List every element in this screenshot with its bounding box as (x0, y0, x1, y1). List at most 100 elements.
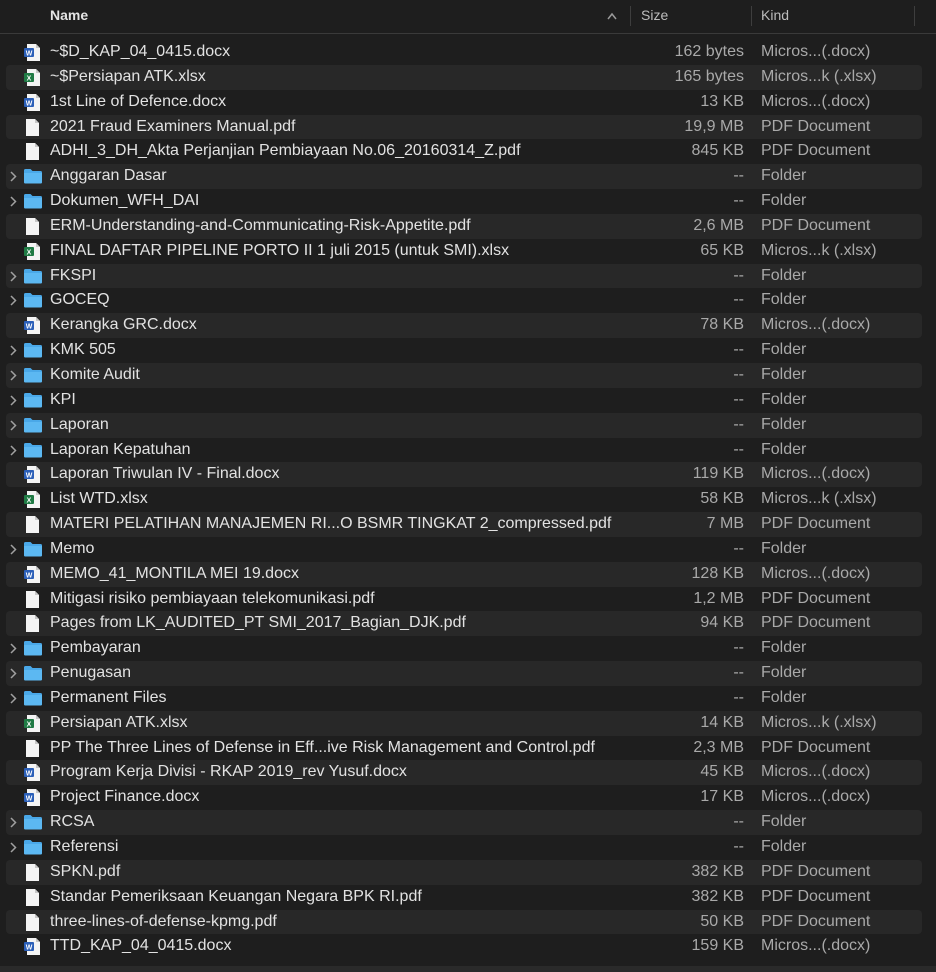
excel-document-icon: X (23, 239, 43, 264)
folder-row[interactable]: Laporan -- Folder (0, 412, 936, 438)
disclosure-chevron-right-icon[interactable] (8, 189, 20, 214)
column-divider[interactable] (630, 6, 631, 26)
file-kind: Micros...(.docx) (761, 92, 871, 110)
file-row[interactable]: X ~$Persiapan ATK.xlsx 165 bytes Micros...k… (0, 64, 936, 90)
file-kind: Micros...(.docx) (761, 763, 871, 781)
file-kind: Folder (761, 415, 807, 433)
word-document-icon: W (23, 562, 43, 587)
folder-row[interactable]: Memo -- Folder (0, 537, 936, 562)
folder-icon (23, 686, 43, 711)
folder-row[interactable]: Dokumen_WFH_DAI -- Folder (0, 189, 936, 214)
folder-row[interactable]: FKSPI -- Folder (0, 263, 936, 289)
file-row[interactable]: X Persiapan ATK.xlsx 14 KB Micros...k (.xls… (0, 710, 936, 736)
file-size: -- (733, 266, 744, 284)
excel-document-icon: X (23, 487, 43, 512)
file-name: TTD_KAP_04_0415.docx (50, 937, 232, 955)
file-name: ~$D_KAP_04_0415.docx (50, 43, 231, 60)
folder-row[interactable]: KMK 505 -- Folder (0, 338, 936, 363)
folder-row[interactable]: KPI -- Folder (0, 388, 936, 413)
sort-chevron-up-icon[interactable] (606, 0, 622, 33)
svg-text:W: W (26, 771, 33, 778)
file-size: -- (733, 639, 744, 657)
disclosure-chevron-right-icon[interactable] (8, 288, 20, 313)
file-row[interactable]: MATERI PELATIHAN MANAJEMEN RI...O BSMR T… (0, 512, 936, 537)
file-row[interactable]: three-lines-of-defense-kpmg.pdf 50 KB PDF … (0, 909, 936, 935)
disclosure-chevron-right-icon[interactable] (8, 835, 20, 860)
folder-icon (23, 189, 43, 214)
file-size: -- (733, 390, 744, 408)
file-name: Project Finance.docx (50, 788, 200, 806)
column-divider[interactable] (914, 6, 915, 26)
file-name: Program Kerja Divisi - RKAP 2019_rev Yus… (50, 763, 407, 781)
file-name: Standar Pemeriksaan Keuangan Negara BPK … (50, 887, 422, 905)
file-row[interactable]: W Project Finance.docx 17 KB Micros...(.doc… (0, 785, 936, 810)
column-header-kind[interactable]: Kind (761, 0, 789, 33)
svg-text:X: X (27, 721, 32, 728)
file-kind: Micros...(.docx) (761, 316, 871, 334)
file-row[interactable]: Standar Pemeriksaan Keuangan Negara BPK … (0, 885, 936, 910)
file-row[interactable]: ERM-Understanding-and-Communicating-Risk… (0, 213, 936, 239)
file-kind: Micros...(.docx) (761, 788, 871, 806)
disclosure-chevron-right-icon[interactable] (8, 636, 20, 661)
folder-row[interactable]: Permanent Files -- Folder (0, 686, 936, 711)
folder-row[interactable]: GOCEQ -- Folder (0, 288, 936, 313)
file-kind: PDF Document (761, 614, 871, 632)
disclosure-chevron-right-icon[interactable] (8, 537, 20, 562)
file-name: Memo (50, 539, 95, 557)
disclosure-chevron-right-icon[interactable] (8, 338, 20, 363)
folder-row[interactable]: Komite Audit -- Folder (0, 362, 936, 388)
folder-icon (23, 413, 43, 438)
disclosure-chevron-right-icon[interactable] (8, 264, 20, 289)
file-name: SPKN.pdf (50, 862, 121, 880)
svg-text:W: W (26, 796, 33, 803)
file-row[interactable]: W Kerangka GRC.docx 78 KB Micros...(.docx) (0, 313, 936, 338)
folder-row[interactable]: Pembayaran -- Folder (0, 636, 936, 661)
pdf-document-icon (23, 736, 43, 761)
word-document-icon: W (23, 760, 43, 785)
file-row[interactable]: Mitigasi risiko pembiayaan telekomunikas… (0, 587, 936, 612)
file-name: GOCEQ (50, 291, 110, 309)
folder-row[interactable]: Anggaran Dasar -- Folder (0, 164, 936, 189)
folder-row[interactable]: RCSA -- Folder (0, 810, 936, 835)
pdf-document-icon (23, 885, 43, 910)
file-row[interactable]: Pages from LK_AUDITED_PT SMI_2017_Bagian… (0, 611, 936, 637)
folder-row[interactable]: Referensi -- Folder (0, 835, 936, 860)
file-row[interactable]: PP The Three Lines of Defense in Eff...i… (0, 736, 936, 761)
file-row[interactable]: W Program Kerja Divisi - RKAP 2019_rev Yu… (0, 760, 936, 786)
disclosure-chevron-right-icon[interactable] (8, 388, 20, 413)
file-size: -- (733, 838, 744, 855)
file-row[interactable]: X FINAL DAFTAR PIPELINE PORTO II 1 juli 2… (0, 239, 936, 264)
file-kind: PDF Document (761, 515, 871, 533)
disclosure-chevron-right-icon[interactable] (8, 413, 20, 438)
excel-document-icon: X (23, 711, 43, 736)
horizontal-scrollbar[interactable] (0, 966, 936, 972)
file-name: List WTD.xlsx (50, 490, 148, 508)
column-divider[interactable] (751, 6, 752, 26)
file-row[interactable]: W ~$D_KAP_04_0415.docx 162 bytes Micros...(… (0, 40, 936, 65)
file-size: 94 KB (700, 614, 744, 632)
file-size: 19,9 MB (684, 117, 744, 135)
file-row[interactable]: ADHI_3_DH_Akta Perjanjian Pembiayaan No.… (0, 139, 936, 164)
file-row[interactable]: SPKN.pdf 382 KB PDF Document (0, 859, 936, 885)
disclosure-chevron-right-icon[interactable] (8, 810, 20, 835)
file-kind: Folder (761, 664, 807, 682)
file-row[interactable]: W 1st Line of Defence.docx 13 KB Micros...(… (0, 90, 936, 115)
file-row[interactable]: 2021 Fraud Examiners Manual.pdf 19,9 MB PD… (0, 114, 936, 140)
file-row[interactable]: W Laporan Triwulan IV - Final.docx 119 KB M… (0, 462, 936, 488)
file-size: -- (733, 440, 744, 458)
folder-row[interactable]: Penugasan -- Folder (0, 661, 936, 686)
file-list: W ~$D_KAP_04_0415.docx 162 bytes Micros...(… (0, 40, 936, 959)
file-name: Pages from LK_AUDITED_PT SMI_2017_Bagian… (50, 614, 466, 632)
disclosure-chevron-right-icon[interactable] (8, 686, 20, 711)
disclosure-chevron-right-icon[interactable] (8, 164, 20, 189)
file-row[interactable]: W MEMO_41_MONTILA MEI 19.docx 128 KB Micros… (0, 561, 936, 587)
column-header-size[interactable]: Size (641, 0, 668, 33)
file-row[interactable]: W TTD_KAP_04_0415.docx 159 KB Micros...(.do… (0, 934, 936, 959)
column-header-name[interactable]: Name (50, 0, 88, 33)
disclosure-chevron-right-icon[interactable] (8, 363, 20, 388)
disclosure-chevron-right-icon[interactable] (8, 438, 20, 463)
disclosure-chevron-right-icon[interactable] (8, 661, 20, 686)
file-name: Laporan Kepatuhan (50, 440, 191, 458)
file-row[interactable]: X List WTD.xlsx 58 KB Micros...k (.xlsx) (0, 487, 936, 512)
folder-row[interactable]: Laporan Kepatuhan -- Folder (0, 438, 936, 463)
